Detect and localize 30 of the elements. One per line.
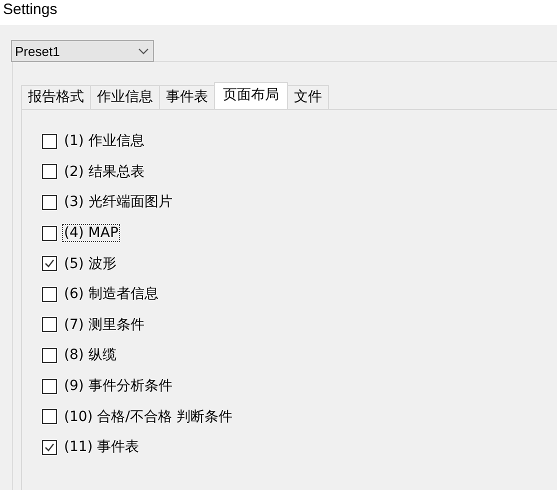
tab[interactable]: 页面布局	[214, 82, 288, 109]
checkbox[interactable]	[42, 409, 57, 424]
checkbox[interactable]	[42, 378, 57, 394]
checkbox[interactable]	[42, 440, 57, 455]
window-title: Settings	[3, 0, 58, 19]
checkbox-label[interactable]: (3) 光纤端面图片	[62, 192, 174, 212]
checkbox-label[interactable]: (4) MAP	[62, 224, 120, 242]
checkbox-label[interactable]: (10) 合格/不合格 判断条件	[62, 406, 234, 427]
checkbox-label[interactable]: (7) 测里条件	[62, 314, 146, 335]
checkbox[interactable]	[42, 134, 57, 149]
checkmark-icon	[44, 258, 55, 270]
checkmark-icon	[44, 442, 55, 453]
checkbox[interactable]	[42, 164, 57, 180]
checkbox-label[interactable]: (6) 制造者信息	[62, 284, 160, 304]
checkbox-label[interactable]: (5) 波形	[62, 254, 118, 274]
checkbox-label[interactable]: (1) 作业信息	[62, 131, 146, 152]
tab[interactable]: 文件	[287, 85, 329, 109]
preset-dropdown[interactable]: Preset1	[11, 40, 154, 62]
checkbox[interactable]	[42, 256, 57, 272]
checkbox-label[interactable]: (8) 纵缆	[62, 345, 118, 366]
checkbox-label[interactable]: (11) 事件表	[62, 437, 142, 458]
checkbox-label[interactable]: (2) 结果总表	[62, 162, 146, 182]
chevron-down-icon	[138, 48, 149, 54]
tab[interactable]: 报告格式	[21, 85, 91, 109]
checkbox[interactable]	[42, 317, 57, 332]
checkbox[interactable]	[42, 194, 57, 210]
checkbox[interactable]	[42, 226, 57, 241]
checkbox[interactable]	[42, 348, 57, 363]
checkbox[interactable]	[42, 286, 57, 302]
checkbox-label[interactable]: (9) 事件分析条件	[62, 376, 174, 396]
